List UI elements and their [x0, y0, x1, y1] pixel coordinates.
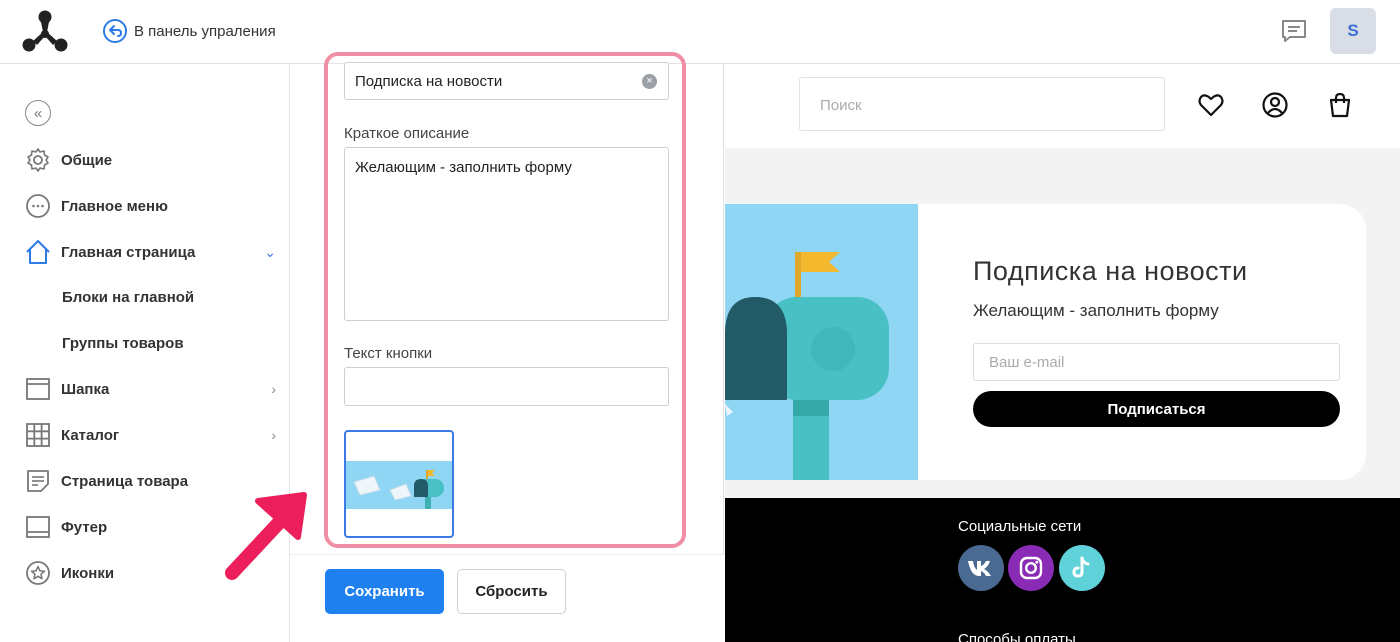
shopping-bag-icon[interactable] — [1326, 91, 1354, 119]
document-icon — [24, 467, 52, 495]
chevron-right-icon: › — [271, 427, 276, 443]
sidebar-item-label: Шапка — [61, 380, 110, 398]
back-link-label: В панель упраления — [134, 22, 276, 40]
logo-icon — [22, 10, 68, 52]
social-title: Социальные сети — [958, 518, 1082, 535]
back-arrow-icon — [103, 19, 127, 43]
sidebar-item-main-menu[interactable]: Главное меню — [24, 191, 284, 221]
sidebar-item-label: Иконки — [61, 564, 115, 582]
annotation-arrow-icon — [225, 492, 307, 580]
sidebar-item-general[interactable]: Общие — [24, 145, 284, 175]
chevron-down-icon: ⌄ — [264, 243, 276, 260]
tiktok-icon[interactable] — [1059, 545, 1105, 591]
sidebar-item-label: Общие — [61, 151, 113, 169]
newsletter-block: Подписка на новости Желающим - заполнить… — [725, 204, 1366, 480]
back-to-panel-link[interactable]: В панель упраления — [102, 18, 276, 44]
home-icon — [24, 238, 52, 266]
sidebar-item-label: Главная страница — [61, 243, 196, 261]
ellipsis-circle-icon — [24, 192, 52, 220]
top-bar: В панель упраления S — [0, 0, 1400, 64]
preview-header: Поиск — [725, 64, 1400, 148]
search-placeholder: Поиск — [820, 97, 862, 114]
storefront-preview: Поиск Подписка на новости Желающим - зап… — [725, 64, 1400, 642]
chevron-right-icon: › — [271, 381, 276, 397]
instagram-icon[interactable] — [1008, 545, 1054, 591]
save-button[interactable]: Сохранить — [325, 569, 444, 614]
vk-icon[interactable] — [958, 545, 1004, 591]
reset-button[interactable]: Сбросить — [457, 569, 566, 614]
preview-footer: Социальные сети Способы оплаты — [725, 498, 1400, 642]
user-avatar[interactable]: S — [1330, 8, 1376, 54]
sidebar-item-label: Футер — [61, 518, 108, 536]
star-circle-icon — [24, 559, 52, 587]
grid-icon — [24, 421, 52, 449]
header-layout-icon — [24, 375, 52, 403]
sidebar-item-catalog[interactable]: Каталог › — [24, 420, 284, 450]
chat-icon[interactable] — [1280, 18, 1308, 44]
collapse-sidebar-icon[interactable]: « — [25, 100, 51, 126]
footer-layout-icon — [24, 513, 52, 541]
sidebar-item-label: Страница товара — [61, 472, 189, 490]
preview-search-input[interactable]: Поиск — [799, 77, 1165, 131]
email-placeholder: Ваш e-mail — [989, 354, 1065, 371]
heart-icon[interactable] — [1197, 91, 1225, 119]
gear-icon — [24, 146, 52, 174]
newsletter-description: Желающим - заполнить форму — [973, 301, 1219, 320]
sidebar-subitem-product-groups[interactable]: Группы товаров — [62, 335, 184, 352]
user-icon[interactable] — [1261, 91, 1289, 119]
subscribe-button[interactable]: Подписаться — [973, 391, 1340, 427]
sidebar-subitem-blocks[interactable]: Блоки на главной — [62, 289, 194, 306]
sidebar-item-header[interactable]: Шапка › — [24, 374, 284, 404]
sidebar-item-home-page[interactable]: Главная страница ⌄ — [24, 237, 284, 267]
highlight-frame — [324, 52, 686, 548]
newsletter-email-input[interactable]: Ваш e-mail — [973, 343, 1340, 381]
mailbox-illustration — [725, 204, 918, 480]
sidebar-item-label: Каталог — [61, 426, 120, 444]
newsletter-title: Подписка на новости — [973, 256, 1248, 286]
payment-title: Способы оплаты — [958, 631, 1076, 642]
sidebar-item-label: Главное меню — [61, 197, 168, 215]
